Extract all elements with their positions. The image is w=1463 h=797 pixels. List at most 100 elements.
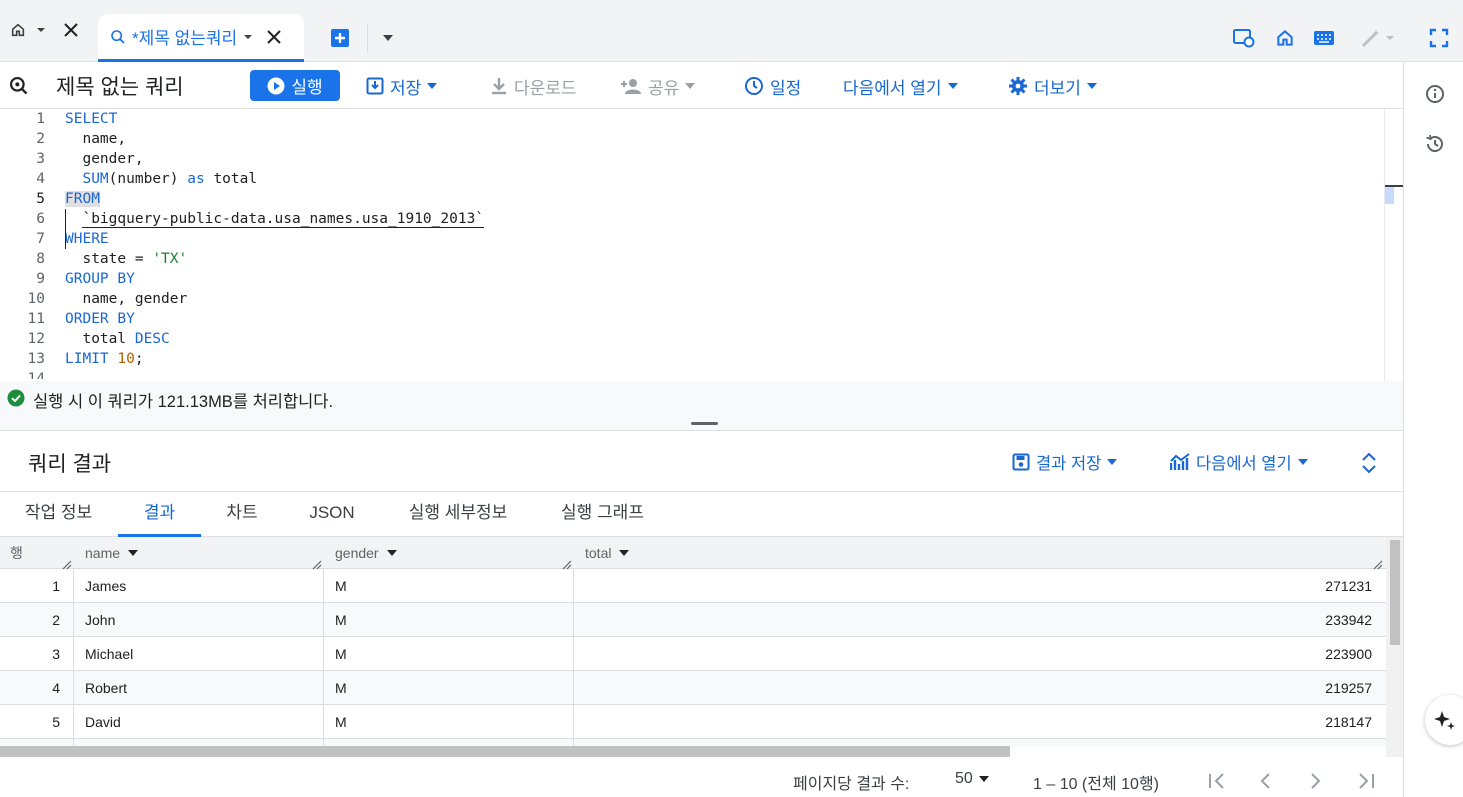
gender-cell[interactable]: M (335, 569, 347, 603)
first-page-icon[interactable] (1208, 773, 1226, 789)
row-number-cell: 5 (52, 714, 60, 730)
line-number: 3 (36, 151, 45, 167)
name-cell[interactable]: Michael (85, 637, 133, 671)
total-cell[interactable]: 223900 (580, 637, 1372, 671)
column-header-label: gender (335, 545, 379, 561)
expand-collapse-icon[interactable] (1361, 452, 1377, 474)
new-tab-icon[interactable] (330, 28, 350, 48)
total-cell[interactable]: 233942 (580, 603, 1372, 637)
name-cell[interactable]: James (85, 569, 126, 603)
total-cell[interactable]: 218147 (580, 705, 1372, 739)
next-page-icon[interactable] (1310, 773, 1322, 789)
save-button[interactable]: 저장 (366, 72, 438, 100)
column-header-gender[interactable]: gender (335, 537, 397, 569)
chevron-down-icon[interactable] (243, 32, 253, 42)
close-icon[interactable] (64, 23, 78, 37)
validation-status: 실행 시 이 쿼리가 121.13MB를 처리합니다. (0, 381, 1403, 431)
tab-json[interactable]: JSON (292, 492, 372, 537)
right-rail (1403, 62, 1463, 797)
editor-scrollbar-thumb[interactable] (1385, 187, 1394, 204)
share-label: 공유 (648, 78, 680, 98)
play-icon (267, 77, 285, 95)
tab-untitled-query[interactable]: *제목 없는쿼리 (98, 14, 304, 62)
share-button[interactable]: 공유 (620, 72, 696, 100)
sql-code[interactable]: SELECT name, gender, SUM(number) as tota… (65, 109, 485, 369)
magic-wand-icon[interactable] (1361, 28, 1395, 48)
total-cell[interactable]: 271231 (580, 569, 1372, 603)
save-label: 저장 (390, 78, 422, 98)
run-button[interactable]: 실행 (250, 70, 340, 101)
open-in-button[interactable]: 다음에서 열기 (843, 72, 958, 100)
rows-per-page-value: 50 (955, 770, 973, 787)
tab-job-info[interactable]: 작업 정보 (12, 492, 105, 537)
open-in-label: 다음에서 열기 (843, 78, 942, 98)
editor-scrollbar-track[interactable] (1384, 109, 1385, 381)
tab-execution-details[interactable]: 실행 세부정보 (392, 492, 524, 537)
chevron-down-icon (1297, 459, 1308, 465)
history-icon[interactable] (1425, 134, 1445, 154)
more-button[interactable]: 더보기 (1008, 72, 1097, 100)
results-title: 쿼리 결과 (28, 453, 112, 476)
sort-down-icon[interactable] (386, 550, 397, 556)
tab-title: *제목 없는쿼리 (132, 29, 238, 48)
resize-handle[interactable] (691, 422, 718, 425)
query-toolbar: 제목 없는 쿼리 실행 저장 다운로드 공유 일정 다음에서 열기 더보기 (0, 62, 1403, 109)
chevron-down-icon (427, 83, 438, 89)
name-cell[interactable]: David (85, 705, 121, 739)
gender-cell[interactable]: M (335, 705, 347, 739)
more-label: 더보기 (1034, 78, 1081, 98)
tab-chart[interactable]: 차트 (210, 492, 274, 537)
results-tabs: 작업 정보 결과 차트 JSON 실행 세부정보 실행 그래프 (0, 492, 1403, 537)
tab-results[interactable]: 결과 (118, 492, 201, 537)
line-number: 8 (36, 251, 45, 267)
gender-cell[interactable]: M (335, 603, 347, 637)
table-header-row: 행 name gender total (0, 537, 1386, 570)
info-icon[interactable] (1425, 84, 1445, 104)
sort-down-icon[interactable] (619, 550, 630, 556)
code-line: total DESC (65, 331, 170, 347)
home-outline-icon[interactable] (1275, 28, 1295, 48)
table-row[interactable]: 3 Michael M 223900 (0, 637, 1386, 671)
download-button[interactable]: 다운로드 (490, 72, 577, 100)
chevron-down-icon (685, 83, 696, 89)
schedule-window-icon[interactable] (1233, 28, 1255, 48)
home-icon[interactable] (10, 22, 26, 38)
chevron-down-icon[interactable] (36, 25, 46, 35)
query-icon (110, 29, 126, 45)
vertical-scrollbar-thumb[interactable] (1390, 540, 1400, 645)
chevron-down-icon[interactable] (382, 33, 394, 43)
name-cell[interactable]: Robert (85, 671, 127, 705)
table-row[interactable]: 4 Robert M 219257 (0, 671, 1386, 705)
sql-editor[interactable]: 1 2 3 4 5 6 7 8 9 10 11 12 13 14 SELECT … (0, 109, 1403, 381)
schedule-button[interactable]: 일정 (744, 72, 801, 100)
rows-per-page-select[interactable]: 50 (955, 770, 989, 788)
check-circle-icon (7, 389, 25, 407)
name-cell[interactable]: John (85, 603, 115, 637)
table-row[interactable]: 5 David M 218147 (0, 705, 1386, 739)
sort-down-icon[interactable] (128, 550, 139, 556)
table-row[interactable]: 2 John M 233942 (0, 603, 1386, 637)
save-icon (1012, 453, 1030, 471)
horizontal-scrollbar-thumb[interactable] (0, 746, 1010, 757)
close-icon[interactable] (267, 29, 281, 44)
fullscreen-icon[interactable] (1429, 28, 1449, 48)
column-header-total[interactable]: total (585, 537, 630, 569)
previous-page-icon[interactable] (1259, 773, 1271, 789)
results-table: 행 name gender total 1 James M 271231 2 J… (0, 537, 1386, 747)
tab-execution-graph[interactable]: 실행 그래프 (546, 492, 659, 537)
chevron-down-icon (1107, 459, 1118, 465)
line-number: 4 (36, 171, 45, 187)
home-tab[interactable] (10, 22, 78, 38)
total-cell[interactable]: 219257 (580, 671, 1372, 705)
gender-cell[interactable]: M (335, 637, 347, 671)
line-number: 1 (36, 111, 45, 127)
results-open-in-button[interactable]: 다음에서 열기 (1170, 448, 1308, 476)
gender-cell[interactable]: M (335, 671, 347, 705)
last-page-icon[interactable] (1357, 773, 1375, 789)
column-header-name[interactable]: name (85, 537, 139, 569)
chevron-down-icon (947, 83, 958, 89)
code-line: `bigquery-public-data.usa_names.usa_1910… (82, 211, 485, 228)
save-results-button[interactable]: 결과 저장 (1012, 448, 1118, 476)
table-row[interactable]: 1 James M 271231 (0, 569, 1386, 603)
keyboard-icon[interactable] (1313, 30, 1335, 46)
